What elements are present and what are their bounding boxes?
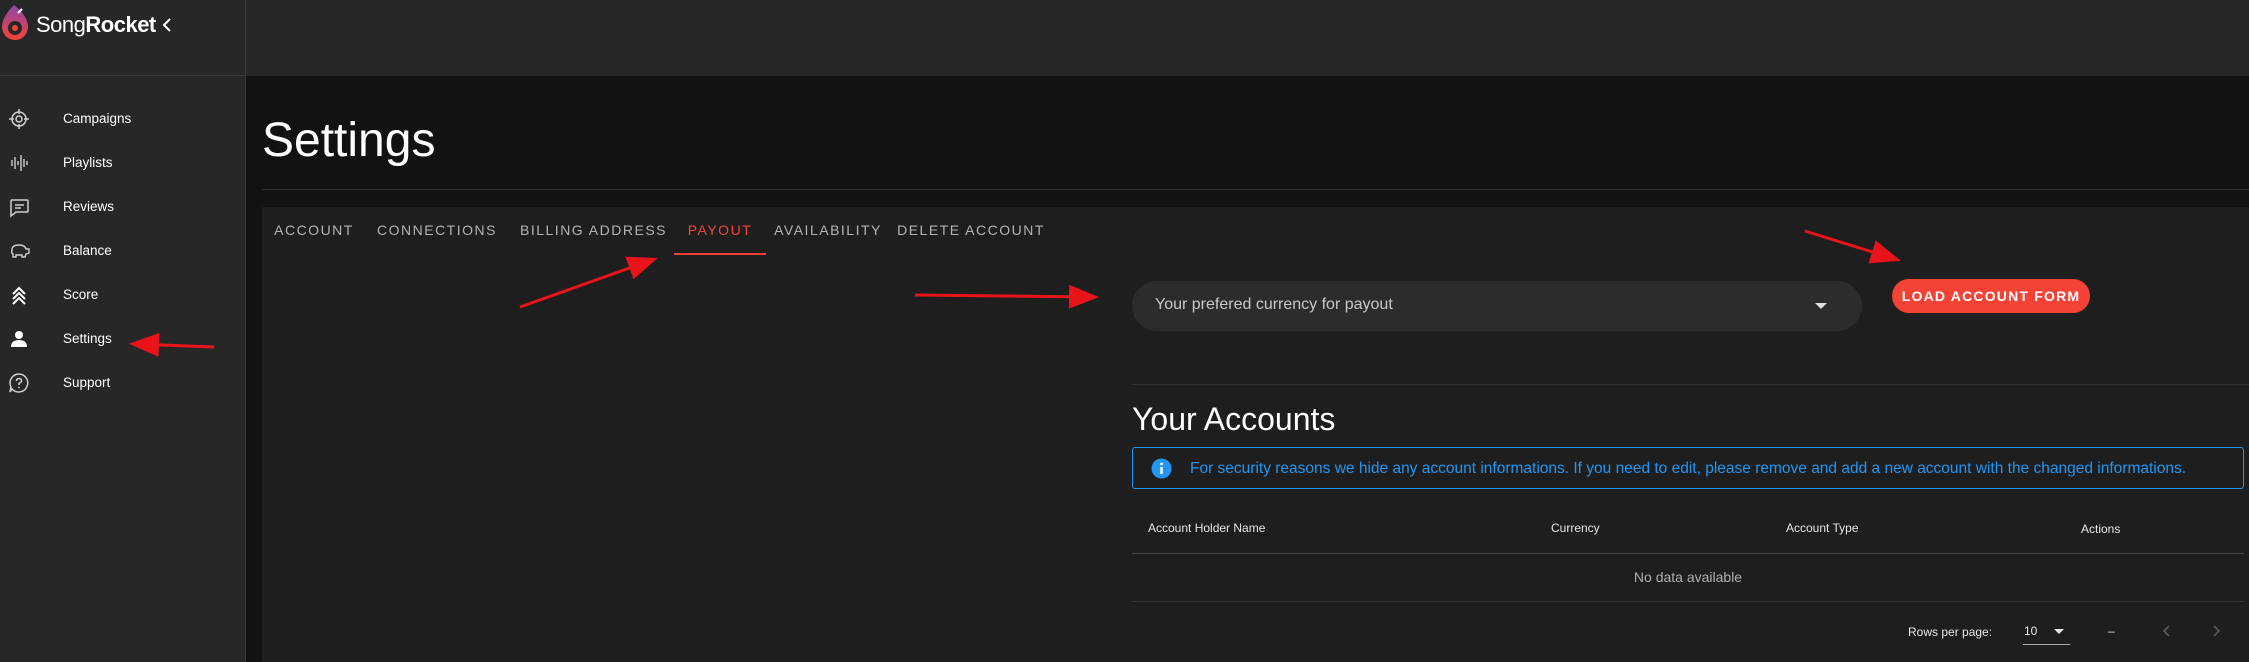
sidebar-item-playlists[interactable]: Playlists [0, 141, 246, 185]
page-title: Settings [262, 114, 436, 167]
accounts-title: Your Accounts [1132, 401, 1336, 437]
sidebar-item-label: Support [63, 375, 111, 390]
songrocket-logo-icon [2, 5, 28, 40]
column-header-actions: Actions [2081, 522, 2121, 536]
help-circle-icon [9, 373, 29, 393]
chat-icon [10, 199, 29, 218]
chevron-left-icon[interactable] [160, 14, 174, 36]
brand-header: SongRocket [0, 0, 246, 76]
sidebar-item-label: Score [63, 287, 99, 302]
column-header-currency[interactable]: Currency [1551, 521, 1600, 535]
dropdown-caret-icon [2054, 629, 2064, 634]
divider [262, 189, 2249, 190]
brand-name: SongRocket [36, 12, 156, 37]
piggy-bank-icon [10, 244, 30, 258]
security-info-text: For security reasons we hide any account… [1190, 460, 2187, 477]
next-page-icon[interactable] [2204, 619, 2228, 643]
sidebar-item-support[interactable]: Support [0, 361, 246, 405]
target-icon [9, 109, 29, 129]
sidebar: SongRocket Campaigns Playlists Reviews B… [0, 0, 246, 662]
column-header-account-type[interactable]: Account Type [1786, 521, 1859, 535]
tab-payout[interactable]: PAYOUT [674, 207, 766, 255]
pagination-range: – [2108, 624, 2115, 638]
security-info-alert: For security reasons we hide any account… [1132, 447, 2244, 489]
load-account-form-button[interactable]: LOAD ACCOUNT FORM [1892, 279, 2090, 313]
sidebar-item-score[interactable]: Score [0, 273, 246, 317]
sidebar-item-settings[interactable]: Settings [0, 317, 246, 361]
sidebar-item-reviews[interactable]: Reviews [0, 185, 246, 229]
table-header-divider [1132, 553, 2244, 554]
previous-page-icon[interactable] [2155, 619, 2179, 643]
sidebar-item-label: Settings [63, 331, 112, 346]
section-divider [1132, 384, 2249, 385]
rows-per-page-label: Rows per page: [1908, 625, 1993, 639]
table-row-divider [1132, 601, 2244, 602]
tab-delete-account[interactable]: DELETE ACCOUNT [890, 207, 1052, 255]
tab-availability[interactable]: AVAILABILITY [766, 207, 890, 255]
rows-per-page-select[interactable]: 10 [2023, 621, 2070, 645]
tab-connections[interactable]: CONNECTIONS [366, 207, 508, 255]
waveform-icon [11, 155, 28, 171]
top-app-bar [246, 0, 2249, 76]
column-header-account-holder-name[interactable]: Account Holder Name [1148, 521, 1265, 535]
app: SongRocket Campaigns Playlists Reviews B… [0, 0, 2249, 662]
sidebar-nav: Campaigns Playlists Reviews Balance Scor… [0, 97, 246, 405]
chevrons-up-icon [12, 286, 26, 305]
tab-billing-address[interactable]: BILLING ADDRESS [508, 207, 679, 255]
currency-select[interactable]: Your prefered currency for payout [1132, 281, 1862, 331]
sidebar-item-label: Reviews [63, 199, 115, 214]
currency-select-placeholder: Your prefered currency for payout [1155, 296, 1393, 313]
info-icon [1151, 458, 1172, 479]
sidebar-item-campaigns[interactable]: Campaigns [0, 97, 246, 141]
dropdown-caret-icon [1815, 303, 1827, 309]
person-icon [11, 331, 27, 347]
sidebar-item-label: Balance [63, 243, 112, 258]
tab-account[interactable]: ACCOUNT [262, 207, 366, 255]
rows-per-page-value: 10 [2024, 624, 2038, 638]
sidebar-item-label: Playlists [63, 155, 113, 170]
no-data-message: No data available [1633, 569, 1743, 585]
sidebar-item-balance[interactable]: Balance [0, 229, 246, 273]
sidebar-item-label: Campaigns [63, 111, 132, 126]
